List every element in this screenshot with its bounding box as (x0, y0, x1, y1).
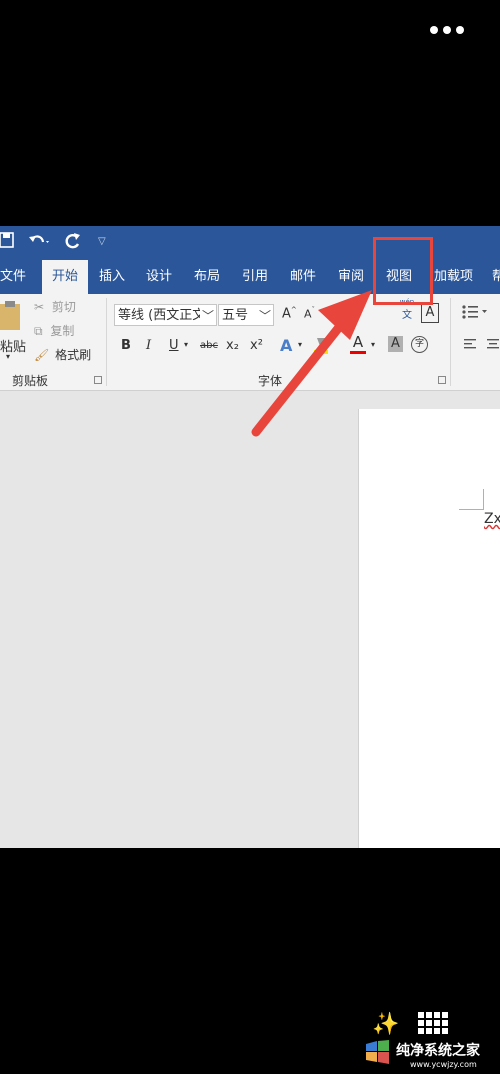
paste-label: 粘贴 (0, 340, 27, 355)
font-color-dropdown-icon[interactable]: ▾ (371, 340, 375, 349)
brush-icon: 🖌 (34, 348, 50, 362)
paste-button[interactable]: 粘贴 ▾ (0, 298, 27, 364)
undo-icon[interactable] (28, 232, 52, 255)
font-name-value: 等线 (西文正文 (118, 308, 206, 323)
redo-icon[interactable] (64, 232, 82, 255)
bold-button[interactable]: B (121, 338, 131, 353)
font-color-icon: A (352, 333, 364, 351)
group-separator (450, 298, 451, 386)
annotation-highlight-box (373, 237, 433, 305)
cut-label: 剪切 (51, 300, 76, 314)
copy-icon: ⧉ (34, 324, 43, 338)
tab-insert[interactable]: 插入 (99, 260, 125, 294)
group-separator (106, 298, 107, 386)
tab-addins[interactable]: 加载项 (434, 260, 473, 294)
char-border-button[interactable]: A (421, 303, 439, 323)
document-text[interactable]: Zx (484, 511, 500, 527)
watermark-text: 纯净系统之家 (396, 1043, 480, 1059)
clipboard-group-label: 剪贴板 (12, 374, 49, 388)
font-color-button[interactable]: A (350, 334, 366, 354)
tab-help[interactable]: 帮 (492, 260, 500, 294)
align-left-button[interactable] (464, 338, 478, 354)
font-launcher-icon[interactable] (438, 376, 446, 384)
more-options-icon[interactable] (430, 22, 470, 38)
highlight-color-button[interactable] (314, 336, 328, 358)
clipboard-launcher-icon[interactable] (94, 376, 102, 384)
underline-button[interactable]: U (169, 338, 179, 353)
enclose-char-button[interactable]: 字 (411, 336, 428, 353)
bold-icon: B (121, 338, 131, 353)
tab-references[interactable]: 引用 (242, 260, 268, 294)
copy-label: 复制 (50, 324, 75, 338)
chevron-down-icon: ﹀ (258, 309, 271, 323)
paste-dropdown-icon[interactable]: ▾ (6, 352, 10, 361)
shrink-font-button[interactable]: Aˇ (304, 306, 315, 321)
subscript-icon: x₂ (226, 338, 239, 353)
font-color-swatch (350, 351, 366, 354)
phonetic-bottom: 文 (402, 310, 412, 321)
document-area[interactable]: Zx (0, 391, 500, 848)
font-name-dropdown[interactable]: 等线 (西文正文 ﹀ (114, 304, 217, 326)
tab-mailings[interactable]: 邮件 (290, 260, 316, 294)
char-shading-button[interactable]: A (388, 336, 403, 352)
tab-design[interactable]: 设计 (146, 260, 172, 294)
tab-home[interactable]: 开始 (42, 260, 89, 294)
word-window: ▽ 文件 开始 插入 设计 布局 引用 邮件 审阅 视图 加载项 帮 粘贴 ▾ … (0, 226, 500, 848)
font-size-value: 五号 (222, 308, 249, 323)
grow-font-button[interactable]: A^ (282, 306, 297, 321)
font-size-dropdown[interactable]: 五号 ﹀ (218, 304, 274, 326)
watermark-url: www.ycwjzy.com (410, 1060, 477, 1069)
format-painter-label: 格式刷 (55, 348, 92, 362)
bullets-button[interactable] (462, 304, 488, 324)
customize-qat-icon[interactable]: ▽ (98, 232, 106, 252)
font-group-label: 字体 (258, 374, 283, 388)
superscript-icon: x² (250, 338, 263, 353)
grid-icon[interactable] (418, 1012, 448, 1034)
underline-icon: U (169, 338, 179, 353)
copy-button[interactable]: ⧉ 复制 (34, 322, 74, 339)
italic-icon: I (146, 338, 152, 353)
margin-corner-mark (459, 489, 484, 510)
italic-button[interactable]: I (146, 338, 151, 353)
chevron-down-icon: ﹀ (199, 305, 214, 325)
format-painter-button[interactable]: 🖌 格式刷 (34, 346, 91, 363)
ribbon-home: 粘贴 ▾ ✂ 剪切 ⧉ 复制 🖌 格式刷 剪贴板 等线 (西文正文 ﹀ 五号 ﹀… (0, 294, 500, 391)
superscript-button[interactable]: x² (250, 338, 263, 353)
shrink-font-icon: A (304, 307, 312, 321)
magic-wand-icon[interactable]: ✨ (372, 1012, 399, 1037)
tab-review[interactable]: 审阅 (338, 260, 364, 294)
text-effects-button[interactable]: A (280, 336, 292, 355)
char-border-icon: A (425, 305, 435, 320)
subscript-button[interactable]: x₂ (226, 338, 239, 353)
cut-button[interactable]: ✂ 剪切 (34, 298, 76, 315)
tab-layout[interactable]: 布局 (194, 260, 220, 294)
scissors-icon: ✂ (34, 300, 45, 314)
watermark-logo-icon (366, 1040, 389, 1064)
document-page[interactable]: Zx (358, 409, 500, 848)
save-icon[interactable] (0, 232, 14, 253)
tab-file[interactable]: 文件 (0, 260, 26, 294)
grow-font-icon: A (282, 306, 291, 322)
strikethrough-button[interactable]: abc (200, 340, 218, 351)
text-effects-dropdown-icon[interactable]: ▾ (298, 340, 302, 349)
align-center-button[interactable] (487, 338, 500, 354)
underline-dropdown-icon[interactable]: ▾ (184, 340, 188, 349)
strikethrough-icon: abc (200, 340, 218, 351)
